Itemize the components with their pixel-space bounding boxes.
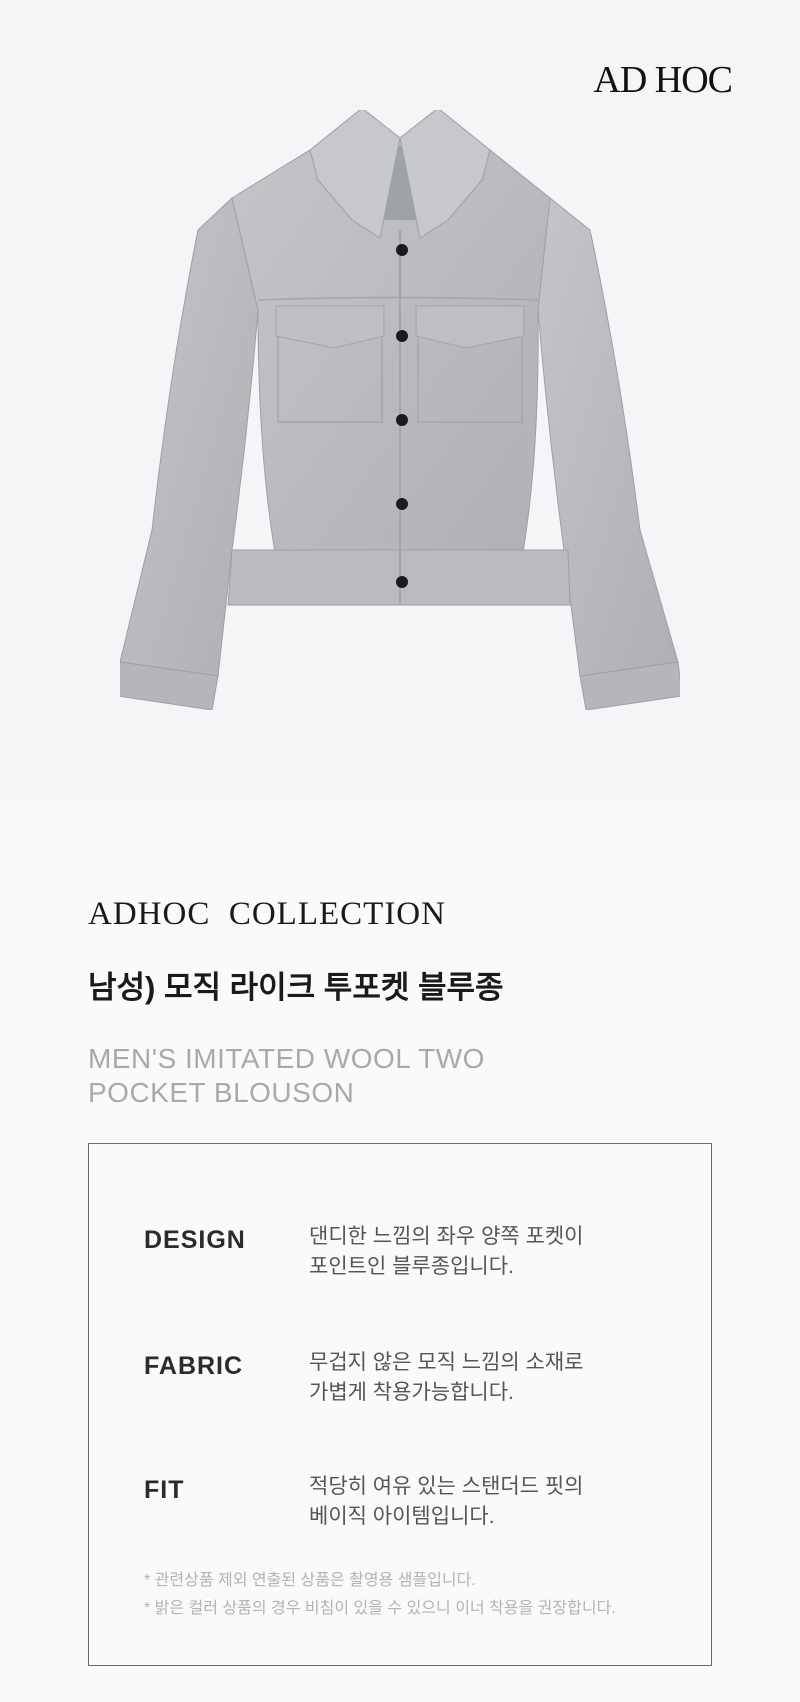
- spec-line: 포인트인 블루종입니다.: [309, 1255, 514, 1278]
- notes: * 관련상품 제외 연출된 상품은 촬영용 샘플입니다. * 밝은 컬러 상품의…: [144, 1567, 704, 1623]
- spec-description: 무겁지 않은 모직 느낌의 소재로 가볍게 착용가능합니다.: [309, 1348, 649, 1408]
- collection-label: ADHOC COLLECTION: [88, 896, 446, 932]
- product-title-ko: 남성) 모직 라이크 투포켓 블루종: [88, 970, 504, 1005]
- product-image: [120, 110, 680, 710]
- spec-box: DESIGN 댄디한 느낌의 좌우 양쪽 포켓이 포인트인 블루종입니다. FA…: [88, 1143, 712, 1666]
- product-info-section: ADHOC COLLECTION 남성) 모직 라이크 투포켓 블루종 MEN'…: [0, 800, 800, 1702]
- spec-label: FABRIC: [144, 1352, 244, 1380]
- spec-label: FIT: [144, 1476, 185, 1504]
- spec-line: 댄디한 느낌의 좌우 양쪽 포켓이: [309, 1225, 584, 1248]
- spec-description: 댄디한 느낌의 좌우 양쪽 포켓이 포인트인 블루종입니다.: [309, 1222, 649, 1282]
- note-item: * 관련상품 제외 연출된 상품은 촬영용 샘플입니다.: [144, 1572, 476, 1589]
- spec-line: 무겁지 않은 모직 느낌의 소재로: [309, 1351, 584, 1374]
- note-item: * 밝은 컬러 상품의 경우 비침이 있을 수 있으니 이너 착용을 권장합니다…: [144, 1600, 616, 1617]
- brand-logo: AD HOC: [593, 59, 733, 101]
- hero-section: AD HOC: [0, 0, 800, 800]
- product-title-en: MEN'S IMITATED WOOL TWO POCKET BLOUSON: [88, 1043, 485, 1108]
- spec-line: 가볍게 착용가능합니다.: [309, 1381, 514, 1404]
- spec-label: DESIGN: [144, 1226, 246, 1254]
- spec-description: 적당히 여유 있는 스탠더드 핏의 베이직 아이템입니다.: [309, 1472, 649, 1532]
- spec-line: 적당히 여유 있는 스탠더드 핏의: [309, 1475, 584, 1498]
- spec-line: 베이직 아이템입니다.: [309, 1505, 495, 1528]
